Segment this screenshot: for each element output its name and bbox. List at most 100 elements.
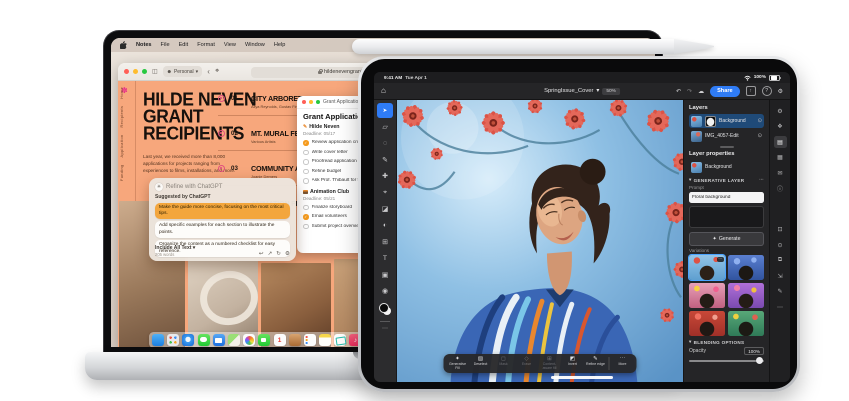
variation-thumb-1[interactable]: ⋯ (689, 255, 725, 280)
home-icon[interactable]: ⌂ (381, 87, 386, 95)
foreground-color-chip[interactable] (379, 303, 389, 313)
place-image-tool-icon[interactable]: ▣ (377, 267, 393, 282)
layer-row-background[interactable]: Background ⊙ (689, 114, 764, 128)
close-button[interactable] (124, 69, 129, 74)
suggestion-pill-highlighted[interactable]: Make the guide more concise, focusing on… (155, 203, 290, 219)
comments-icon[interactable]: ✉ (774, 167, 787, 179)
generate-button[interactable]: ✦ Generate (689, 232, 764, 246)
clone-stamp-tool-icon[interactable]: ⌖ (377, 185, 393, 200)
checkbox-icon[interactable] (303, 159, 309, 165)
nav-recipients[interactable]: Recipients (120, 106, 124, 128)
move-tool-icon[interactable]: ➤ (377, 103, 393, 118)
more-tools-icon[interactable]: ⋯ (382, 325, 388, 332)
edit-icon[interactable]: ✎ (774, 286, 787, 298)
eye-icon[interactable]: ⊙ (757, 118, 762, 124)
eye-icon[interactable]: ⊙ (757, 133, 762, 139)
variation-thumb-6[interactable] (728, 311, 764, 336)
document-title-dropdown[interactable]: SpringIssue_Cover ▾ 50% (544, 88, 620, 95)
dock-icon-mail[interactable] (213, 334, 225, 346)
more-button[interactable]: ⋯ More (612, 356, 634, 366)
visibility-icon[interactable]: ⊙ (774, 239, 787, 251)
minimize-button[interactable] (133, 69, 138, 74)
zoom-level-badge[interactable]: 50% (602, 88, 620, 95)
redo-icon[interactable]: ↷ (687, 88, 692, 95)
eyedropper-tool-icon[interactable]: ◉ (377, 283, 393, 298)
dock-icon-safari[interactable] (182, 334, 194, 346)
generative-fill-button[interactable]: ✦ Generative Fill (447, 356, 469, 370)
settings-gear-icon[interactable]: ⚙ (285, 251, 290, 257)
properties-panel-icon[interactable]: ▦ (774, 152, 787, 164)
dock-icon-reminders[interactable] (304, 334, 316, 346)
spot-heal-tool-icon[interactable]: ✚ (377, 169, 393, 184)
settings-gear-icon[interactable]: ⚙ (778, 88, 783, 95)
variation-thumb-2[interactable] (728, 255, 764, 280)
checkbox-icon[interactable] (303, 169, 309, 175)
checkbox-icon[interactable] (303, 178, 309, 184)
export-icon[interactable]: ↑ (746, 86, 756, 96)
more-panels-icon[interactable]: ⋯ (774, 301, 787, 313)
prompt-input[interactable] (692, 195, 761, 200)
dock-icon-contacts[interactable] (289, 334, 301, 346)
back-icon[interactable]: ‹ (207, 68, 210, 76)
checkbox-icon[interactable] (303, 224, 309, 230)
cloud-sync-icon[interactable]: ☁ (698, 88, 704, 95)
duplicate-icon[interactable]: ⧉ (774, 255, 787, 267)
erase-button[interactable]: ◇ Erase (516, 356, 538, 366)
dock-icon-notes[interactable] (319, 334, 331, 346)
nav-home[interactable]: Home (120, 87, 124, 99)
dock-icon-finder[interactable] (152, 334, 164, 346)
share-button[interactable]: Share (710, 86, 740, 97)
variation-thumb-3[interactable] (689, 283, 725, 308)
info-icon[interactable]: ⓘ (774, 183, 787, 195)
menu-view[interactable]: View (224, 42, 236, 48)
dock-icon-photos[interactable] (243, 334, 255, 346)
adjustments-icon[interactable]: ❖ (774, 121, 787, 133)
canvas[interactable]: ✦ Generative Fill ▨ Deselect ◻ Mask (397, 100, 683, 382)
zoom-button[interactable] (316, 100, 320, 104)
blending-options-section[interactable]: ▾ BLENDING OPTIONS (689, 339, 764, 345)
dock-icon-messages[interactable] (198, 334, 210, 346)
panel-resize-handle[interactable] (720, 146, 734, 148)
share-icon[interactable]: ↗ (268, 251, 273, 257)
layer-row-img[interactable]: IMG_4057-Edit ⊙ (689, 129, 764, 143)
menu-edit[interactable]: Edit (179, 42, 189, 48)
menu-format[interactable]: Format (197, 42, 215, 48)
menu-help[interactable]: Help (274, 42, 286, 48)
slider-knob[interactable] (756, 357, 763, 364)
send-icon[interactable]: ⇲ (774, 270, 787, 282)
more-icon[interactable]: ⋯ (759, 177, 764, 183)
zoom-button[interactable] (142, 69, 147, 74)
variation-thumb-5[interactable] (689, 311, 725, 336)
opacity-slider[interactable] (689, 357, 764, 365)
invert-button[interactable]: ◩ Invert (562, 356, 584, 366)
minimize-button[interactable] (309, 100, 313, 104)
nav-application[interactable]: Application (120, 134, 124, 157)
dock-icon-calendar[interactable]: 1 (274, 334, 286, 346)
layers-panel-icon[interactable]: ▤ (774, 136, 787, 148)
active-app-name[interactable]: Notes (136, 42, 152, 48)
variation-thumb-4[interactable] (728, 283, 764, 308)
extensions-icon[interactable]: ❖ (215, 69, 219, 74)
undo-icon[interactable]: ↶ (676, 88, 681, 95)
crop-tool-icon[interactable]: ⊞ (377, 234, 393, 249)
include-scope-dropdown[interactable]: Include All Text ▾ (155, 245, 195, 251)
opacity-value[interactable]: 100% (744, 347, 764, 355)
profile-switcher[interactable]: ☻ Personal ▾ (163, 66, 203, 77)
checkbox-checked-icon[interactable]: ✓ (303, 214, 309, 220)
close-button[interactable] (302, 100, 306, 104)
sidebar-icon[interactable]: ◫ (152, 69, 158, 75)
settings-icon[interactable]: ⚙ (774, 105, 787, 117)
dodge-burn-tool-icon[interactable]: ◐ (377, 218, 393, 233)
refine-edge-button[interactable]: ✎ Refine edge (585, 356, 607, 366)
dock-icon-maps[interactable] (228, 334, 240, 346)
dock-icon-launchpad[interactable] (167, 334, 179, 346)
refresh-icon[interactable]: ↻ (276, 251, 281, 257)
mask-button[interactable]: ◻ Mask (493, 356, 515, 366)
deselect-button[interactable]: ▨ Deselect (470, 356, 492, 366)
transform-tool-icon[interactable]: ▱ (377, 119, 393, 134)
nav-funding[interactable]: Funding (120, 164, 124, 181)
brush-tool-icon[interactable]: ✎ (377, 152, 393, 167)
apple-menu-icon[interactable] (120, 41, 127, 49)
export-panel-icon[interactable]: ⊡ (774, 224, 787, 236)
menu-file[interactable]: File (161, 42, 170, 48)
